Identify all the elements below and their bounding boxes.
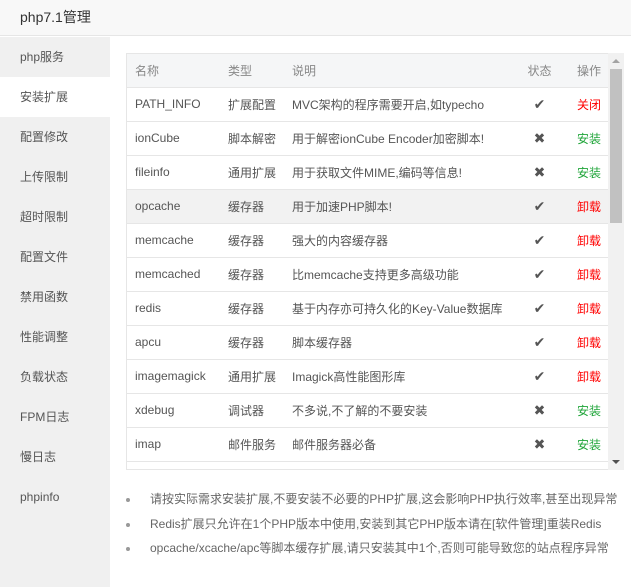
- check-icon: ✔: [517, 87, 562, 122]
- check-icon: ✔: [517, 325, 562, 360]
- ext-name: redis: [127, 291, 220, 326]
- ext-desc: 基于内存亦可持久化的Key-Value数据库: [284, 291, 517, 326]
- ext-desc: MVC架构的程序需要开启,如typecho: [284, 87, 517, 122]
- action-link[interactable]: 卸载: [562, 291, 609, 326]
- sidebar-item[interactable]: 配置修改: [0, 117, 110, 157]
- sidebar-item[interactable]: 上传限制: [0, 157, 110, 197]
- cross-icon: ✖: [517, 155, 562, 190]
- ext-name: opcache: [127, 189, 220, 224]
- table-row: ionCube 脚本解密 用于解密ionCube Encoder加密脚本! ✖ 安装: [127, 121, 609, 156]
- action-link[interactable]: 卸载: [562, 359, 609, 394]
- check-icon: ✔: [517, 291, 562, 326]
- ext-type: 缓存器: [220, 291, 284, 326]
- table-row: memcached 缓存器 比memcache支持更多高级功能 ✔ 卸载: [127, 257, 609, 292]
- sidebar-item[interactable]: 超时限制: [0, 197, 110, 237]
- ext-type: 缓存器: [220, 257, 284, 292]
- ext-name: apcu: [127, 325, 220, 360]
- ext-desc: 脚本缓存器: [284, 325, 517, 360]
- window-title: php7.1管理: [0, 0, 631, 36]
- ext-name: memcached: [127, 257, 220, 292]
- table-scrollbar[interactable]: [608, 53, 624, 470]
- table-row: redis 缓存器 基于内存亦可持久化的Key-Value数据库 ✔ 卸载: [127, 291, 609, 326]
- header-action: 操作: [562, 54, 609, 88]
- scroll-down-icon[interactable]: [612, 460, 620, 464]
- sidebar-item[interactable]: phpinfo: [0, 477, 110, 517]
- sidebar-item[interactable]: php服务: [0, 37, 110, 77]
- cross-icon: ✖: [517, 121, 562, 156]
- table-row: PATH_INFO 扩展配置 MVC架构的程序需要开启,如typecho ✔ 关闭: [127, 87, 609, 122]
- ext-name: memcache: [127, 223, 220, 258]
- action-link[interactable]: 卸载: [562, 223, 609, 258]
- extensions-table-container: 名称 类型 说明 状态 操作 PATH_INFO 扩展配置 MVC架构的程序需要开启…: [126, 53, 624, 470]
- header-type: 类型: [220, 54, 284, 88]
- table-row: imagemagick 通用扩展 Imagick高性能图形库 ✔ 卸载: [127, 359, 609, 394]
- header-desc: 说明: [284, 54, 517, 88]
- scrollbar-thumb[interactable]: [610, 69, 622, 223]
- check-icon: ✔: [517, 359, 562, 394]
- ext-type: 通用扩展: [220, 359, 284, 394]
- sidebar-item[interactable]: 性能调整: [0, 317, 110, 357]
- ext-desc: 邮件服务器必备: [284, 427, 517, 462]
- action-link[interactable]: 安装: [562, 427, 609, 462]
- ext-type: 扩展配置: [220, 87, 284, 122]
- header-name: 名称: [127, 54, 220, 88]
- action-link[interactable]: 卸载: [562, 189, 609, 224]
- extensions-table: 名称 类型 说明 状态 操作 PATH_INFO 扩展配置 MVC架构的程序需要开启…: [127, 54, 609, 462]
- action-link[interactable]: 安装: [562, 155, 609, 190]
- note-item: opcache/xcache/apc等脚本缓存扩展,请只安装其中1个,否则可能导…: [124, 536, 617, 561]
- table-row: xdebug 调试器 不多说,不了解的不要安装 ✖ 安装: [127, 393, 609, 428]
- ext-desc: 用于加速PHP脚本!: [284, 189, 517, 224]
- ext-desc: 用于解密ionCube Encoder加密脚本!: [284, 121, 517, 156]
- cross-icon: ✖: [517, 427, 562, 462]
- ext-desc: Imagick高性能图形库: [284, 359, 517, 394]
- ext-desc: 比memcache支持更多高级功能: [284, 257, 517, 292]
- ext-type: 缓存器: [220, 325, 284, 360]
- note-item: 请按实际需求安装扩展,不要安装不必要的PHP扩展,这会影响PHP执行效率,甚至出…: [124, 487, 617, 512]
- ext-desc: 强大的内容缓存器: [284, 223, 517, 258]
- ext-type: 邮件服务: [220, 427, 284, 462]
- check-icon: ✔: [517, 189, 562, 224]
- table-header: 名称 类型 说明 状态 操作: [127, 54, 609, 88]
- check-icon: ✔: [517, 223, 562, 258]
- ext-name: imagemagick: [127, 359, 220, 394]
- ext-desc: 用于获取文件MIME,编码等信息!: [284, 155, 517, 190]
- ext-name: xdebug: [127, 393, 220, 428]
- sidebar: php服务 安装扩展 配置修改 上传限制 超时限制 配置文件 禁用函数 性能调整 负载状态 FPM…: [0, 37, 110, 587]
- ext-name: imap: [127, 427, 220, 462]
- table-row: imap 邮件服务 邮件服务器必备 ✖ 安装: [127, 427, 609, 462]
- sidebar-item[interactable]: FPM日志: [0, 397, 110, 437]
- ext-type: 缓存器: [220, 223, 284, 258]
- ext-type: 缓存器: [220, 189, 284, 224]
- sidebar-item[interactable]: 配置文件: [0, 237, 110, 277]
- action-link[interactable]: 卸载: [562, 257, 609, 292]
- action-link[interactable]: 安装: [562, 393, 609, 428]
- header-status: 状态: [517, 54, 562, 88]
- sidebar-item[interactable]: 负载状态: [0, 357, 110, 397]
- notes-list: 请按实际需求安装扩展,不要安装不必要的PHP扩展,这会影响PHP执行效率,甚至出…: [124, 487, 617, 561]
- ext-type: 调试器: [220, 393, 284, 428]
- check-icon: ✔: [517, 257, 562, 292]
- sidebar-item[interactable]: 禁用函数: [0, 277, 110, 317]
- ext-name: ionCube: [127, 121, 220, 156]
- scroll-up-icon[interactable]: [612, 59, 620, 63]
- table-row: fileinfo 通用扩展 用于获取文件MIME,编码等信息! ✖ 安装: [127, 155, 609, 190]
- table-row: apcu 缓存器 脚本缓存器 ✔ 卸载: [127, 325, 609, 360]
- table-row: memcache 缓存器 强大的内容缓存器 ✔ 卸载: [127, 223, 609, 258]
- ext-desc: 不多说,不了解的不要安装: [284, 393, 517, 428]
- sidebar-item[interactable]: 安装扩展: [0, 77, 110, 117]
- ext-name: PATH_INFO: [127, 87, 220, 122]
- action-link[interactable]: 安装: [562, 121, 609, 156]
- ext-name: fileinfo: [127, 155, 220, 190]
- sidebar-item[interactable]: 慢日志: [0, 437, 110, 477]
- table-row: opcache 缓存器 用于加速PHP脚本! ✔ 卸载: [127, 189, 609, 224]
- cross-icon: ✖: [517, 393, 562, 428]
- note-item: Redis扩展只允许在1个PHP版本中使用,安装到其它PHP版本请在[软件管理]…: [124, 512, 617, 537]
- ext-type: 脚本解密: [220, 121, 284, 156]
- ext-type: 通用扩展: [220, 155, 284, 190]
- action-link[interactable]: 卸载: [562, 325, 609, 360]
- action-link[interactable]: 关闭: [562, 87, 609, 122]
